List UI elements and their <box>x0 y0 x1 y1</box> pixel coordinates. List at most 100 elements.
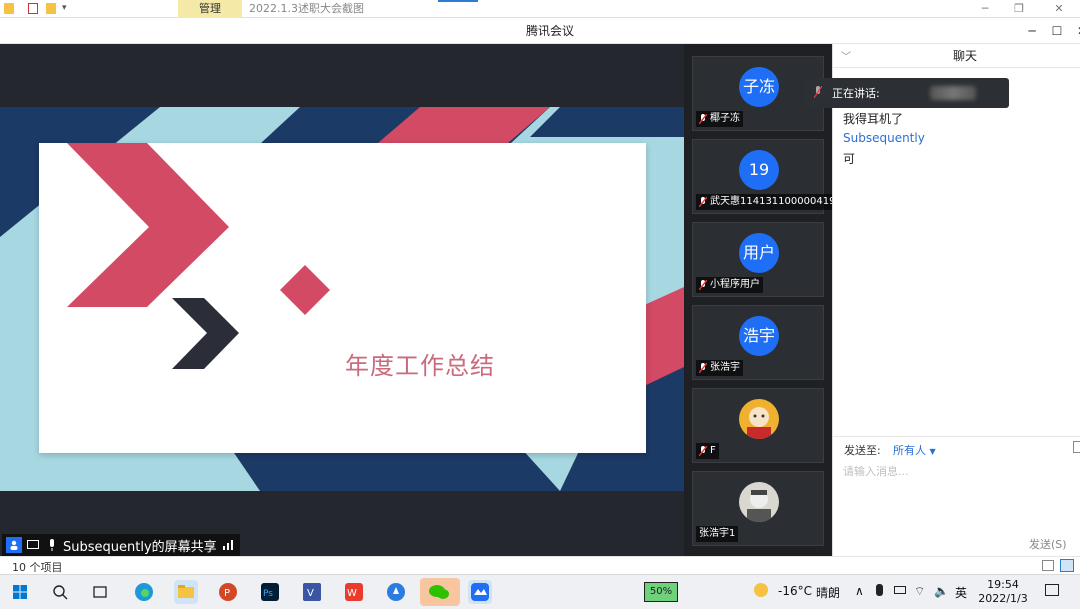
new-folder-icon[interactable] <box>46 3 56 14</box>
slide-card <box>39 143 646 453</box>
participant-name-tag: 张浩宇1 <box>696 526 739 542</box>
participant-name-tag: 椰子冻 <box>696 111 743 127</box>
visio-icon[interactable]: V <box>300 580 324 604</box>
feishu-icon[interactable] <box>384 580 408 604</box>
mic-muted-icon <box>698 279 708 291</box>
signal-strength-icon <box>220 537 236 553</box>
user-icon <box>6 537 22 553</box>
send-button[interactable]: 发送(S) <box>1029 536 1067 552</box>
battery-icon[interactable] <box>894 586 906 594</box>
dark-chevron <box>172 298 239 369</box>
svg-text:P: P <box>224 588 230 599</box>
participant-name-tag: F <box>696 443 719 459</box>
manage-tab[interactable]: 管理 <box>178 0 242 18</box>
chat-message: 我得耳机了 <box>843 112 904 126</box>
ime-indicator[interactable]: 英 <box>955 584 967 601</box>
svg-text:W: W <box>347 588 357 599</box>
clock-date: 2022/1/3 <box>978 592 1028 605</box>
participant-tile[interactable]: 张浩宇1 <box>692 471 824 546</box>
participant-tile[interactable]: F <box>692 388 824 463</box>
participant-tile[interactable]: 用户 小程序用户 <box>692 222 824 297</box>
clock[interactable]: 19:54 2022/1/3 <box>974 578 1032 606</box>
tencent-meeting-icon[interactable] <box>468 580 492 604</box>
large-icons-view-icon[interactable] <box>1060 559 1074 572</box>
participant-tile[interactable]: 浩宇 张浩宇 <box>692 305 824 380</box>
volume-icon[interactable]: 🔈 <box>934 584 949 598</box>
quick-access-dropdown-icon[interactable]: ▾ <box>62 3 72 14</box>
participant-avatar: 子冻 <box>739 67 779 107</box>
wps-icon[interactable]: W <box>342 580 366 604</box>
chat-message: 可 <box>843 152 856 166</box>
clock-time: 19:54 <box>987 578 1019 591</box>
speaking-label: 正在讲话: <box>832 87 880 100</box>
meeting-minimize-icon[interactable]: ─ <box>1018 18 1046 44</box>
windows-start-icon[interactable] <box>8 580 32 604</box>
notification-icon[interactable] <box>1045 584 1059 596</box>
mic-icon <box>44 537 60 553</box>
chevron-up-icon[interactable]: ∧ <box>855 584 864 598</box>
participant-name: 武天惠114131100000419 <box>710 196 836 207</box>
blurred-speaker-name <box>929 86 976 100</box>
photoshop-icon[interactable]: Ps <box>258 580 282 604</box>
details-view-icon[interactable] <box>1042 560 1054 571</box>
file-icon[interactable] <box>1073 441 1080 453</box>
mic-muted-icon <box>698 196 708 208</box>
send-to-dropdown[interactable]: 所有人 ▼ <box>893 442 936 458</box>
svg-text:Ps: Ps <box>263 589 273 599</box>
participant-name-tag: 小程序用户 <box>696 277 763 293</box>
screen-share-area[interactable]: 年度工作总结 Subsequently的屏幕共享 <box>0 44 684 556</box>
taskbar: P Ps V W 50% -16°C 晴朗 ∧ ⌔ 🔈 英 19:54 2022… <box>0 574 1080 608</box>
weather-text[interactable]: 晴朗 <box>816 584 840 601</box>
mic-icon <box>813 85 823 101</box>
chat-message-sender: Subsequently <box>843 131 925 145</box>
meeting-title: 腾讯会议 <box>525 24 574 38</box>
participant-photo-avatar <box>739 399 779 439</box>
mic-tray-icon[interactable] <box>876 584 883 596</box>
weather-temp[interactable]: -16°C <box>778 584 812 598</box>
caret-down-icon: ▼ <box>929 447 936 456</box>
battery-widget-value: 50% <box>649 586 673 597</box>
slide-title: 年度工作总结 <box>345 352 495 380</box>
file-explorer-icon[interactable] <box>174 580 198 604</box>
screen-share-icon <box>25 537 41 553</box>
participant-name: 张浩宇 <box>710 362 740 373</box>
slide-navy-band-right <box>530 107 684 137</box>
send-to-label: 发送至: <box>844 444 881 457</box>
participant-tile[interactable]: 19 武天惠114131100000419 <box>692 139 839 214</box>
explorer-restore-icon[interactable]: ❐ <box>1004 0 1034 18</box>
participant-name: F <box>710 445 716 456</box>
participant-name-tag: 张浩宇 <box>696 360 743 376</box>
weather-moon-icon[interactable] <box>754 583 768 597</box>
slide-chevrons <box>67 143 330 369</box>
explorer-minimize-icon[interactable]: ─ <box>970 0 1000 18</box>
send-to-target: 所有人 <box>893 444 926 457</box>
explorer-close-icon[interactable]: ✕ <box>1044 0 1074 18</box>
powerpoint-icon[interactable]: P <box>216 580 240 604</box>
participant-avatar: 浩宇 <box>739 316 779 356</box>
network-icon[interactable]: ⌔ <box>914 584 925 599</box>
shared-slide: 年度工作总结 <box>0 107 684 491</box>
screen-share-status-bar[interactable]: Subsequently的屏幕共享 <box>2 534 240 556</box>
item-count: 10 个项目 <box>12 561 63 574</box>
slide-navy-band-bottom <box>230 447 560 491</box>
explorer-title-strip: ▾ 管理 2022.1.3述职大会截图 ─ ❐ ✕ <box>0 0 1080 18</box>
search-icon[interactable] <box>48 580 72 604</box>
meeting-close-icon[interactable]: ✕ <box>1068 18 1080 44</box>
participant-avatar: 用户 <box>739 233 779 273</box>
task-view-icon[interactable] <box>88 580 112 604</box>
participant-photo-avatar <box>739 482 779 522</box>
explorer-window-title: 2022.1.3述职大会截图 <box>249 2 364 15</box>
edge-icon[interactable] <box>132 580 156 604</box>
screen-share-label: Subsequently的屏幕共享 <box>63 539 217 555</box>
participant-list[interactable]: 子冻 椰子冻 19 武天惠114131100000419 用户 小程序用户 浩宇 <box>684 44 839 556</box>
meeting-maximize-icon[interactable]: ☐ <box>1043 18 1071 44</box>
properties-icon[interactable] <box>28 3 38 14</box>
chat-panel: ﹀ 聊天 我得耳机了 Subsequently 可 发送至: 所有人 ▼ 发送(… <box>832 44 1080 556</box>
battery-widget[interactable]: 50% <box>644 582 678 602</box>
participant-name-tag: 武天惠114131100000419 <box>696 194 839 210</box>
participant-name: 椰子冻 <box>710 113 740 124</box>
chat-input[interactable] <box>843 462 1063 480</box>
folder-icon[interactable] <box>4 3 14 14</box>
wechat-icon[interactable] <box>420 578 460 606</box>
participant-name: 小程序用户 <box>710 279 760 290</box>
